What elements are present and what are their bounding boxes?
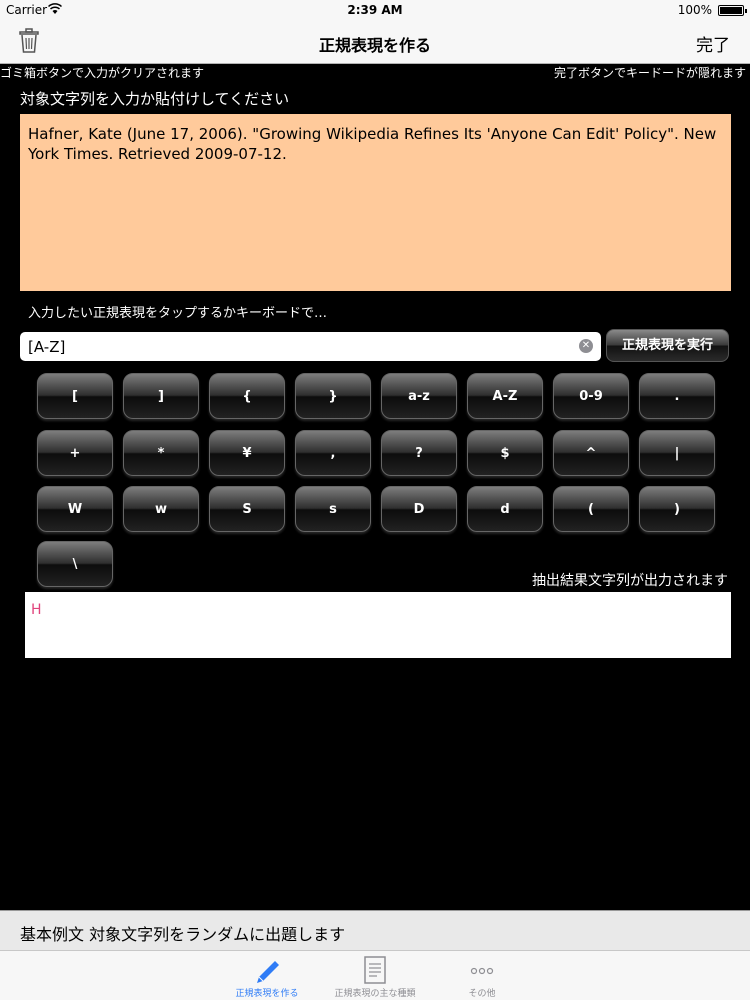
- tab-label: 正規表現の主な種類: [334, 989, 416, 999]
- done-hint: 完了ボタンでキードードが隠れます: [553, 66, 746, 80]
- status-bar: Carrier 2:39 AM 100%: [0, 0, 750, 20]
- regex-label: 入力したい正規表現をタップするかキーボードで…: [28, 306, 328, 321]
- trash-hint: ゴミ箱ボタンで入力がクリアされます: [0, 66, 205, 80]
- tab-regex-types[interactable]: 正規表現の主な種類: [315, 951, 435, 1000]
- regex-input[interactable]: [A-Z] ✕: [20, 332, 601, 361]
- tab-create-regex[interactable]: 正規表現を作る: [207, 951, 327, 1000]
- random-example-bar[interactable]: 基本例文 対象文字列をランダムに出題します: [0, 910, 750, 950]
- key-S[interactable]: S: [209, 486, 285, 532]
- key-dot[interactable]: .: [639, 373, 715, 419]
- page-title: 正規表現を作る: [318, 36, 431, 55]
- target-label: 対象文字列を入力か貼付けしてください: [20, 90, 290, 108]
- key-right-paren[interactable]: ): [639, 486, 715, 532]
- key-plus[interactable]: +: [37, 430, 113, 476]
- key-dollar[interactable]: $: [467, 430, 543, 476]
- key-W[interactable]: W: [37, 486, 113, 532]
- key-asterisk[interactable]: *: [123, 430, 199, 476]
- pencil-icon: [257, 961, 279, 983]
- key-right-bracket[interactable]: ]: [123, 373, 199, 419]
- key-left-bracket[interactable]: [: [37, 373, 113, 419]
- tab-label: その他: [468, 989, 496, 999]
- result-output: H: [25, 592, 731, 658]
- execute-regex-button[interactable]: 正規表現を実行: [606, 329, 729, 362]
- key-s[interactable]: s: [295, 486, 371, 532]
- result-label: 抽出結果文字列が出力されます: [532, 573, 728, 589]
- random-example-label: 基本例文 対象文字列をランダムに出題します: [20, 925, 346, 944]
- clear-icon[interactable]: ✕: [579, 339, 593, 353]
- key-left-paren[interactable]: (: [553, 486, 629, 532]
- clock: 2:39 AM: [347, 3, 403, 17]
- key-question[interactable]: ?: [381, 430, 457, 476]
- tab-bar: 正規表現を作る 正規表現の主な種類 その他: [0, 950, 750, 1000]
- target-text-area[interactable]: Hafner, Kate (June 17, 2006). "Growing W…: [20, 114, 731, 291]
- battery-percentage: 100%: [677, 3, 712, 17]
- more-icon: [470, 967, 494, 975]
- done-button[interactable]: 完了: [696, 31, 730, 56]
- key-lowercase-range[interactable]: a-z: [381, 373, 457, 419]
- tab-more[interactable]: その他: [422, 951, 542, 1000]
- tab-label: 正規表現を作る: [235, 989, 299, 999]
- key-digit-range[interactable]: 0-9: [553, 373, 629, 419]
- key-caret[interactable]: ^: [553, 430, 629, 476]
- key-uppercase-range[interactable]: A-Z: [467, 373, 543, 419]
- battery-icon: [718, 5, 747, 16]
- key-comma[interactable]: ,: [295, 430, 371, 476]
- key-left-brace[interactable]: {: [209, 373, 285, 419]
- key-D[interactable]: D: [381, 486, 457, 532]
- key-right-brace[interactable]: }: [295, 373, 371, 419]
- key-d[interactable]: d: [467, 486, 543, 532]
- key-backslash[interactable]: \: [37, 541, 113, 587]
- navigation-bar: 正規表現を作る 完了: [0, 20, 750, 64]
- key-yen[interactable]: ¥: [209, 430, 285, 476]
- regex-input-value: [A-Z]: [28, 338, 66, 356]
- document-icon: [364, 956, 386, 984]
- key-w[interactable]: w: [123, 486, 199, 532]
- key-pipe[interactable]: |: [639, 430, 715, 476]
